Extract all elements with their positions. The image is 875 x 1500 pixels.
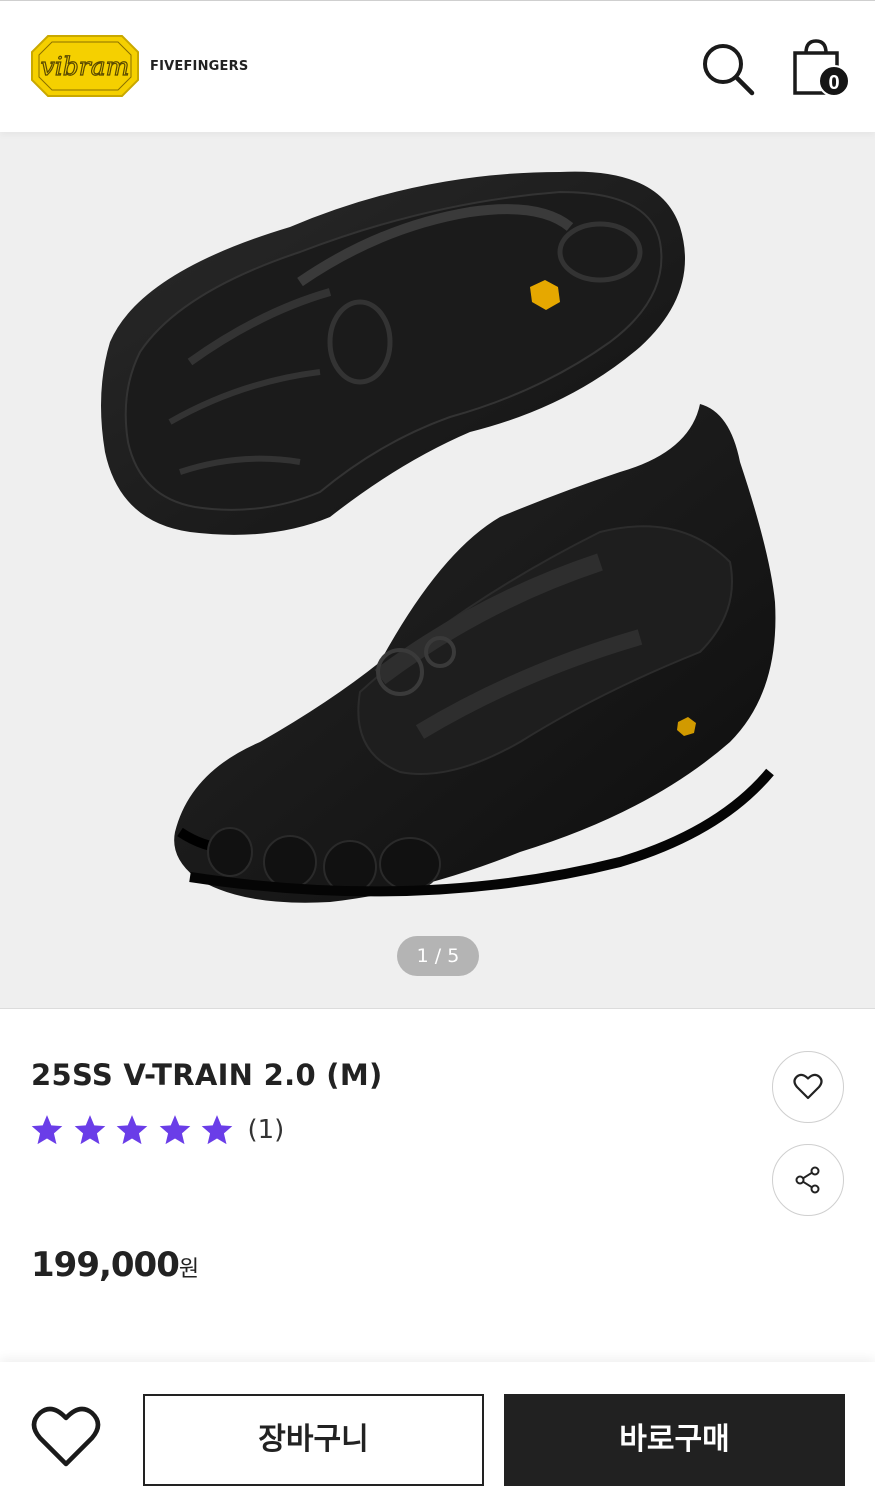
bottom-wishlist-button[interactable] [30, 1404, 102, 1470]
cart-count-badge: 0 [818, 65, 850, 97]
product-title: 25SS V-TRAIN 2.0 (M) [31, 1058, 383, 1092]
wishlist-button[interactable] [772, 1051, 844, 1123]
star-icon [201, 1115, 233, 1145]
share-button[interactable] [772, 1144, 844, 1216]
product-image-gallery[interactable]: 1 / 5 [0, 132, 875, 1009]
search-button[interactable] [700, 41, 756, 97]
bottom-action-bar: 장바구니 바로구매 [0, 1362, 875, 1500]
star-icon [116, 1115, 148, 1145]
price-unit: 원 [178, 1257, 200, 1282]
product-price: 199,000원 [31, 1245, 199, 1285]
image-pager: 1 / 5 [397, 936, 479, 976]
buy-now-button[interactable]: 바로구매 [504, 1394, 845, 1486]
share-icon [795, 1166, 820, 1194]
rating-stars[interactable]: (1) [30, 1113, 284, 1147]
price-value: 199,000 [31, 1245, 180, 1285]
review-count[interactable]: (1) [248, 1115, 285, 1145]
star-icon [31, 1115, 63, 1145]
heart-icon [31, 1406, 101, 1467]
vibram-logo-icon: vibram [31, 35, 139, 97]
add-to-cart-button[interactable]: 장바구니 [143, 1394, 484, 1486]
star-icon [159, 1115, 190, 1145]
heart-icon [793, 1073, 823, 1100]
product-image [101, 171, 776, 903]
svg-text:vibram: vibram [41, 52, 130, 81]
star-icon [74, 1115, 105, 1145]
header: vibram FIVEFINGERS 0 [0, 0, 875, 132]
brand-logo[interactable]: vibram FIVEFINGERS [30, 34, 248, 98]
search-icon [703, 44, 755, 96]
brand-name: FIVEFINGERS [150, 58, 249, 74]
